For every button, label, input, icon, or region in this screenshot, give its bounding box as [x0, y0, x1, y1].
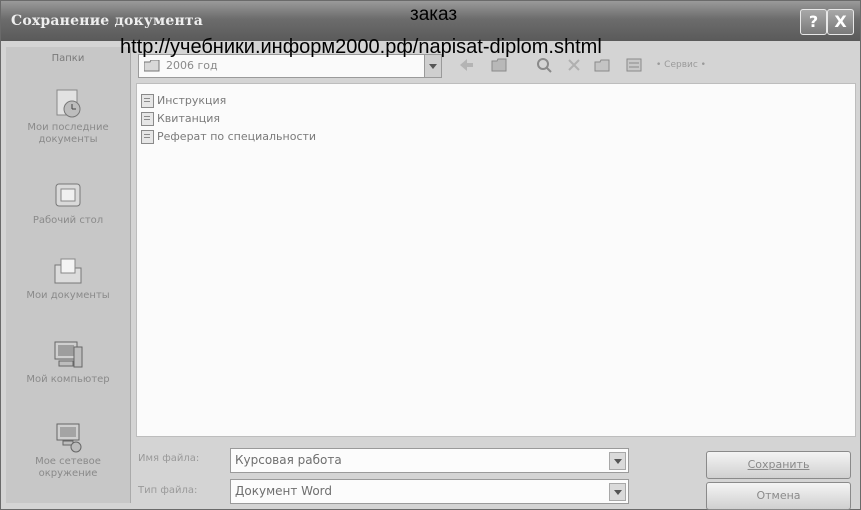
file-list[interactable]: Инструкция Квитанция Реферат по специаль… — [136, 83, 856, 437]
delete-icon[interactable] — [566, 57, 582, 73]
recent-documents-icon — [52, 87, 84, 119]
folder-icon — [144, 60, 160, 72]
help-button[interactable]: ? — [800, 9, 827, 35]
place-label: Мое сетевое окружение — [35, 456, 101, 479]
filename-field[interactable]: Курсовая работа — [230, 448, 629, 473]
word-document-icon — [141, 94, 154, 108]
place-label: Мои последние документы — [27, 122, 109, 145]
cancel-button[interactable]: Отмена — [706, 482, 851, 510]
place-label: Мой компьютер — [26, 374, 110, 385]
file-name: Инструкция — [157, 94, 227, 107]
word-document-icon — [141, 112, 154, 126]
file-name: Реферат по специальности — [157, 130, 317, 143]
filename-value: Курсовая работа — [235, 453, 342, 467]
place-recent-documents[interactable]: Мои последние документы — [6, 87, 130, 146]
overlay-url: http://учебники.информ2000.рф/napisat-di… — [120, 36, 602, 58]
place-my-computer[interactable]: Мой компьютер — [6, 339, 130, 386]
place-my-documents[interactable]: Мои документы — [6, 255, 130, 302]
place-label: Мои документы — [26, 290, 110, 301]
filetype-dropdown-button[interactable] — [609, 483, 626, 501]
overlay-text-order: заказ — [410, 4, 458, 25]
up-folder-icon[interactable] — [491, 57, 507, 73]
place-network[interactable]: Мое сетевое окружение — [6, 421, 130, 480]
my-documents-icon — [52, 255, 84, 287]
dialog-title: Сохранение документа — [11, 13, 204, 29]
places-header: Папки — [51, 53, 85, 64]
filetype-select[interactable]: Документ Word — [230, 479, 629, 504]
save-label: Сохранить — [747, 458, 810, 471]
desktop-icon — [52, 180, 84, 212]
folder-name: 2006 год — [166, 59, 218, 72]
new-folder-icon[interactable] — [594, 57, 610, 73]
place-label: Рабочий стол — [32, 215, 104, 226]
back-icon[interactable] — [458, 57, 474, 73]
places-bar: Папки Мои последние документы Рабочий ст… — [6, 47, 131, 503]
my-computer-icon — [52, 339, 84, 371]
filename-label: Имя файла: — [138, 453, 200, 464]
search-web-icon[interactable] — [536, 57, 552, 73]
filetype-label: Тип файла: — [138, 485, 198, 496]
word-document-icon — [141, 130, 154, 144]
filetype-value: Документ Word — [235, 484, 332, 498]
views-icon[interactable] — [626, 57, 642, 73]
save-dialog: Сохранение документа ? X Папки Мои после… — [0, 0, 861, 510]
filename-dropdown-button[interactable] — [609, 452, 626, 470]
save-button[interactable]: Сохранить — [706, 451, 851, 479]
network-places-icon — [52, 421, 84, 453]
close-button[interactable]: X — [827, 9, 854, 35]
place-desktop[interactable]: Рабочий стол — [6, 180, 130, 227]
tools-menu[interactable]: • Сервис • — [656, 60, 706, 70]
file-name: Квитанция — [157, 112, 221, 125]
